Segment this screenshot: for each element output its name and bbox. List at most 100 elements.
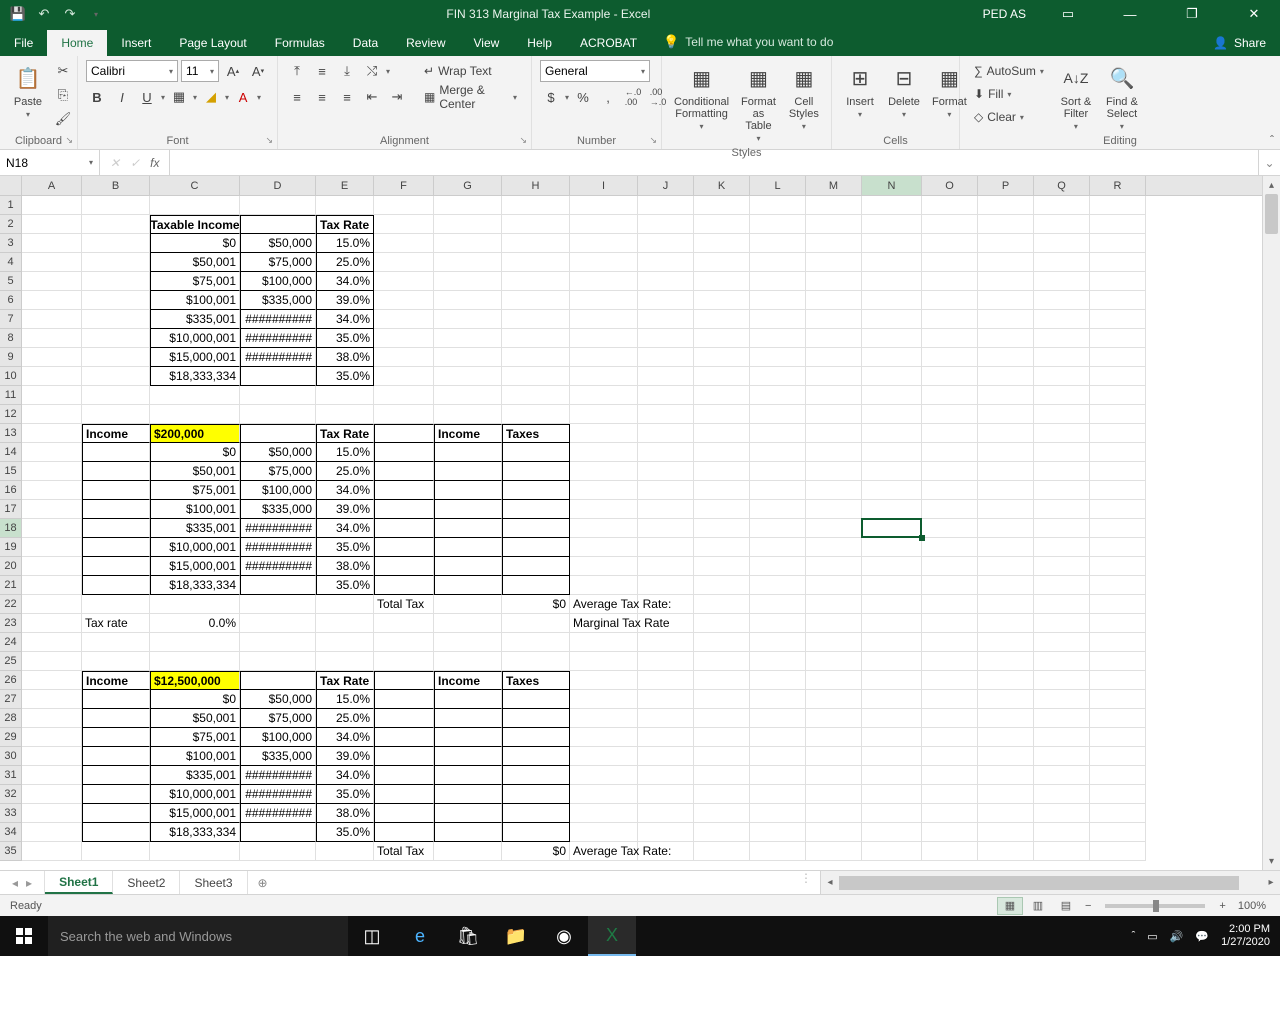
cell-N34[interactable] (862, 823, 922, 842)
cell-O24[interactable] (922, 633, 978, 652)
cell-F5[interactable] (374, 272, 434, 291)
cell-N24[interactable] (862, 633, 922, 652)
cell-D17[interactable]: $335,000 (240, 500, 316, 519)
cell-J8[interactable] (638, 329, 694, 348)
cell-K26[interactable] (694, 671, 750, 690)
collapse-ribbon-icon[interactable]: ˆ (1270, 133, 1274, 147)
cell-O19[interactable] (922, 538, 978, 557)
cell-I20[interactable] (570, 557, 638, 576)
format-painter-icon[interactable]: 🖌 (52, 108, 74, 130)
col-header-B[interactable]: B (82, 176, 150, 195)
cell-O11[interactable] (922, 386, 978, 405)
cell-I19[interactable] (570, 538, 638, 557)
cell-R5[interactable] (1090, 272, 1146, 291)
row-header-9[interactable]: 9 (0, 348, 21, 367)
cell-O7[interactable] (922, 310, 978, 329)
zoom-slider[interactable] (1105, 904, 1205, 908)
cell-H20[interactable] (502, 557, 570, 576)
volume-icon[interactable]: 🔊 (1170, 930, 1184, 943)
cell-O3[interactable] (922, 234, 978, 253)
cell-O8[interactable] (922, 329, 978, 348)
cell-A21[interactable] (22, 576, 82, 595)
cell-L5[interactable] (750, 272, 806, 291)
wrap-text-button[interactable]: ↵Wrap Text (418, 60, 523, 82)
cell-M9[interactable] (806, 348, 862, 367)
cell-C30[interactable]: $100,001 (150, 747, 240, 766)
cell-J10[interactable] (638, 367, 694, 386)
cell-C28[interactable]: $50,001 (150, 709, 240, 728)
cell-O35[interactable] (922, 842, 978, 861)
cell-G4[interactable] (434, 253, 502, 272)
file-explorer-icon[interactable]: 📁 (492, 916, 540, 956)
cell-D30[interactable]: $335,000 (240, 747, 316, 766)
cell-P25[interactable] (978, 652, 1034, 671)
cell-Q32[interactable] (1034, 785, 1090, 804)
cell-R9[interactable] (1090, 348, 1146, 367)
cell-K7[interactable] (694, 310, 750, 329)
cell-L19[interactable] (750, 538, 806, 557)
cell-L11[interactable] (750, 386, 806, 405)
cell-D19[interactable]: ########## (240, 538, 316, 557)
cell-O9[interactable] (922, 348, 978, 367)
conditional-formatting-button[interactable]: ▦Conditional Formatting▾ (670, 60, 733, 133)
cell-B13[interactable]: Income (82, 424, 150, 443)
row-header-20[interactable]: 20 (0, 557, 21, 576)
decrease-font-icon[interactable]: A▾ (247, 60, 269, 82)
cell-F9[interactable] (374, 348, 434, 367)
cell-D26[interactable] (240, 671, 316, 690)
cell-L15[interactable] (750, 462, 806, 481)
start-button[interactable] (0, 916, 48, 956)
cell-M7[interactable] (806, 310, 862, 329)
cell-F20[interactable] (374, 557, 434, 576)
cell-K11[interactable] (694, 386, 750, 405)
row-header-31[interactable]: 31 (0, 766, 21, 785)
task-view-icon[interactable]: ◫ (348, 916, 396, 956)
cell-P29[interactable] (978, 728, 1034, 747)
cell-M26[interactable] (806, 671, 862, 690)
cell-N26[interactable] (862, 671, 922, 690)
cell-R23[interactable] (1090, 614, 1146, 633)
cell-P1[interactable] (978, 196, 1034, 215)
cell-G13[interactable]: Income (434, 424, 502, 443)
cell-L31[interactable] (750, 766, 806, 785)
cell-J32[interactable] (638, 785, 694, 804)
cell-J11[interactable] (638, 386, 694, 405)
row-header-8[interactable]: 8 (0, 329, 21, 348)
cell-M5[interactable] (806, 272, 862, 291)
enter-icon[interactable]: ✓ (130, 156, 140, 170)
cell-F28[interactable] (374, 709, 434, 728)
cell-I16[interactable] (570, 481, 638, 500)
cell-J6[interactable] (638, 291, 694, 310)
cell-J17[interactable] (638, 500, 694, 519)
scroll-left-icon[interactable]: ◂ (821, 877, 839, 888)
tab-data[interactable]: Data (339, 30, 392, 56)
cell-O6[interactable] (922, 291, 978, 310)
cell-L22[interactable] (750, 595, 806, 614)
row-header-18[interactable]: 18 (0, 519, 21, 538)
cell-J34[interactable] (638, 823, 694, 842)
cell-L32[interactable] (750, 785, 806, 804)
cell-B9[interactable] (82, 348, 150, 367)
cell-N20[interactable] (862, 557, 922, 576)
tab-acrobat[interactable]: ACROBAT (566, 30, 651, 56)
cell-I7[interactable] (570, 310, 638, 329)
cell-P2[interactable] (978, 215, 1034, 234)
scroll-up-icon[interactable]: ▴ (1263, 176, 1280, 194)
row-header-35[interactable]: 35 (0, 842, 21, 861)
cell-C24[interactable] (150, 633, 240, 652)
cell-O20[interactable] (922, 557, 978, 576)
cell-L10[interactable] (750, 367, 806, 386)
col-header-M[interactable]: M (806, 176, 862, 195)
find-select-button[interactable]: 🔍Find & Select▾ (1102, 60, 1142, 133)
cell-K35[interactable] (694, 842, 750, 861)
cell-M16[interactable] (806, 481, 862, 500)
italic-button[interactable]: I (111, 86, 133, 108)
cell-Q9[interactable] (1034, 348, 1090, 367)
cell-Q15[interactable] (1034, 462, 1090, 481)
cell-H30[interactable] (502, 747, 570, 766)
chrome-icon[interactable]: ◉ (540, 916, 588, 956)
cell-E18[interactable]: 34.0% (316, 519, 374, 538)
cell-E28[interactable]: 25.0% (316, 709, 374, 728)
cell-Q18[interactable] (1034, 519, 1090, 538)
cell-B14[interactable] (82, 443, 150, 462)
